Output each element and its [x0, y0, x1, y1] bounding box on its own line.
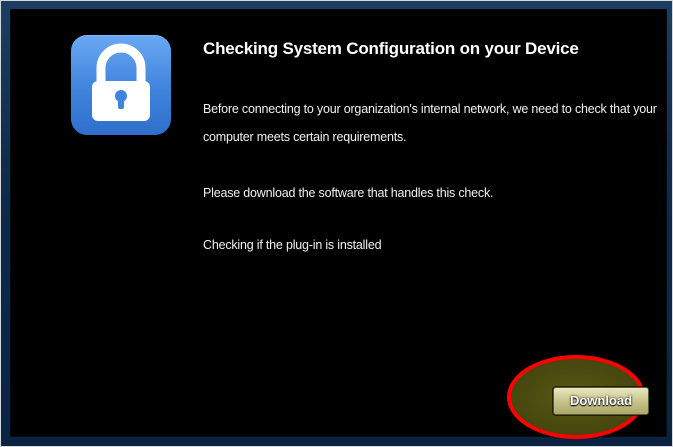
download-button[interactable]: Download — [553, 387, 649, 415]
lock-icon — [71, 35, 171, 135]
dialog-panel: Checking System Configuration on your De… — [10, 9, 667, 439]
download-instruction-text: Please download the software that handle… — [203, 186, 494, 200]
dialog-title: Checking System Configuration on your De… — [203, 39, 579, 58]
requirements-text: Before connecting to your organization's… — [203, 102, 657, 144]
window-frame: Checking System Configuration on your De… — [0, 0, 673, 447]
plugin-status-text: Checking if the plug-in is installed — [203, 238, 382, 252]
